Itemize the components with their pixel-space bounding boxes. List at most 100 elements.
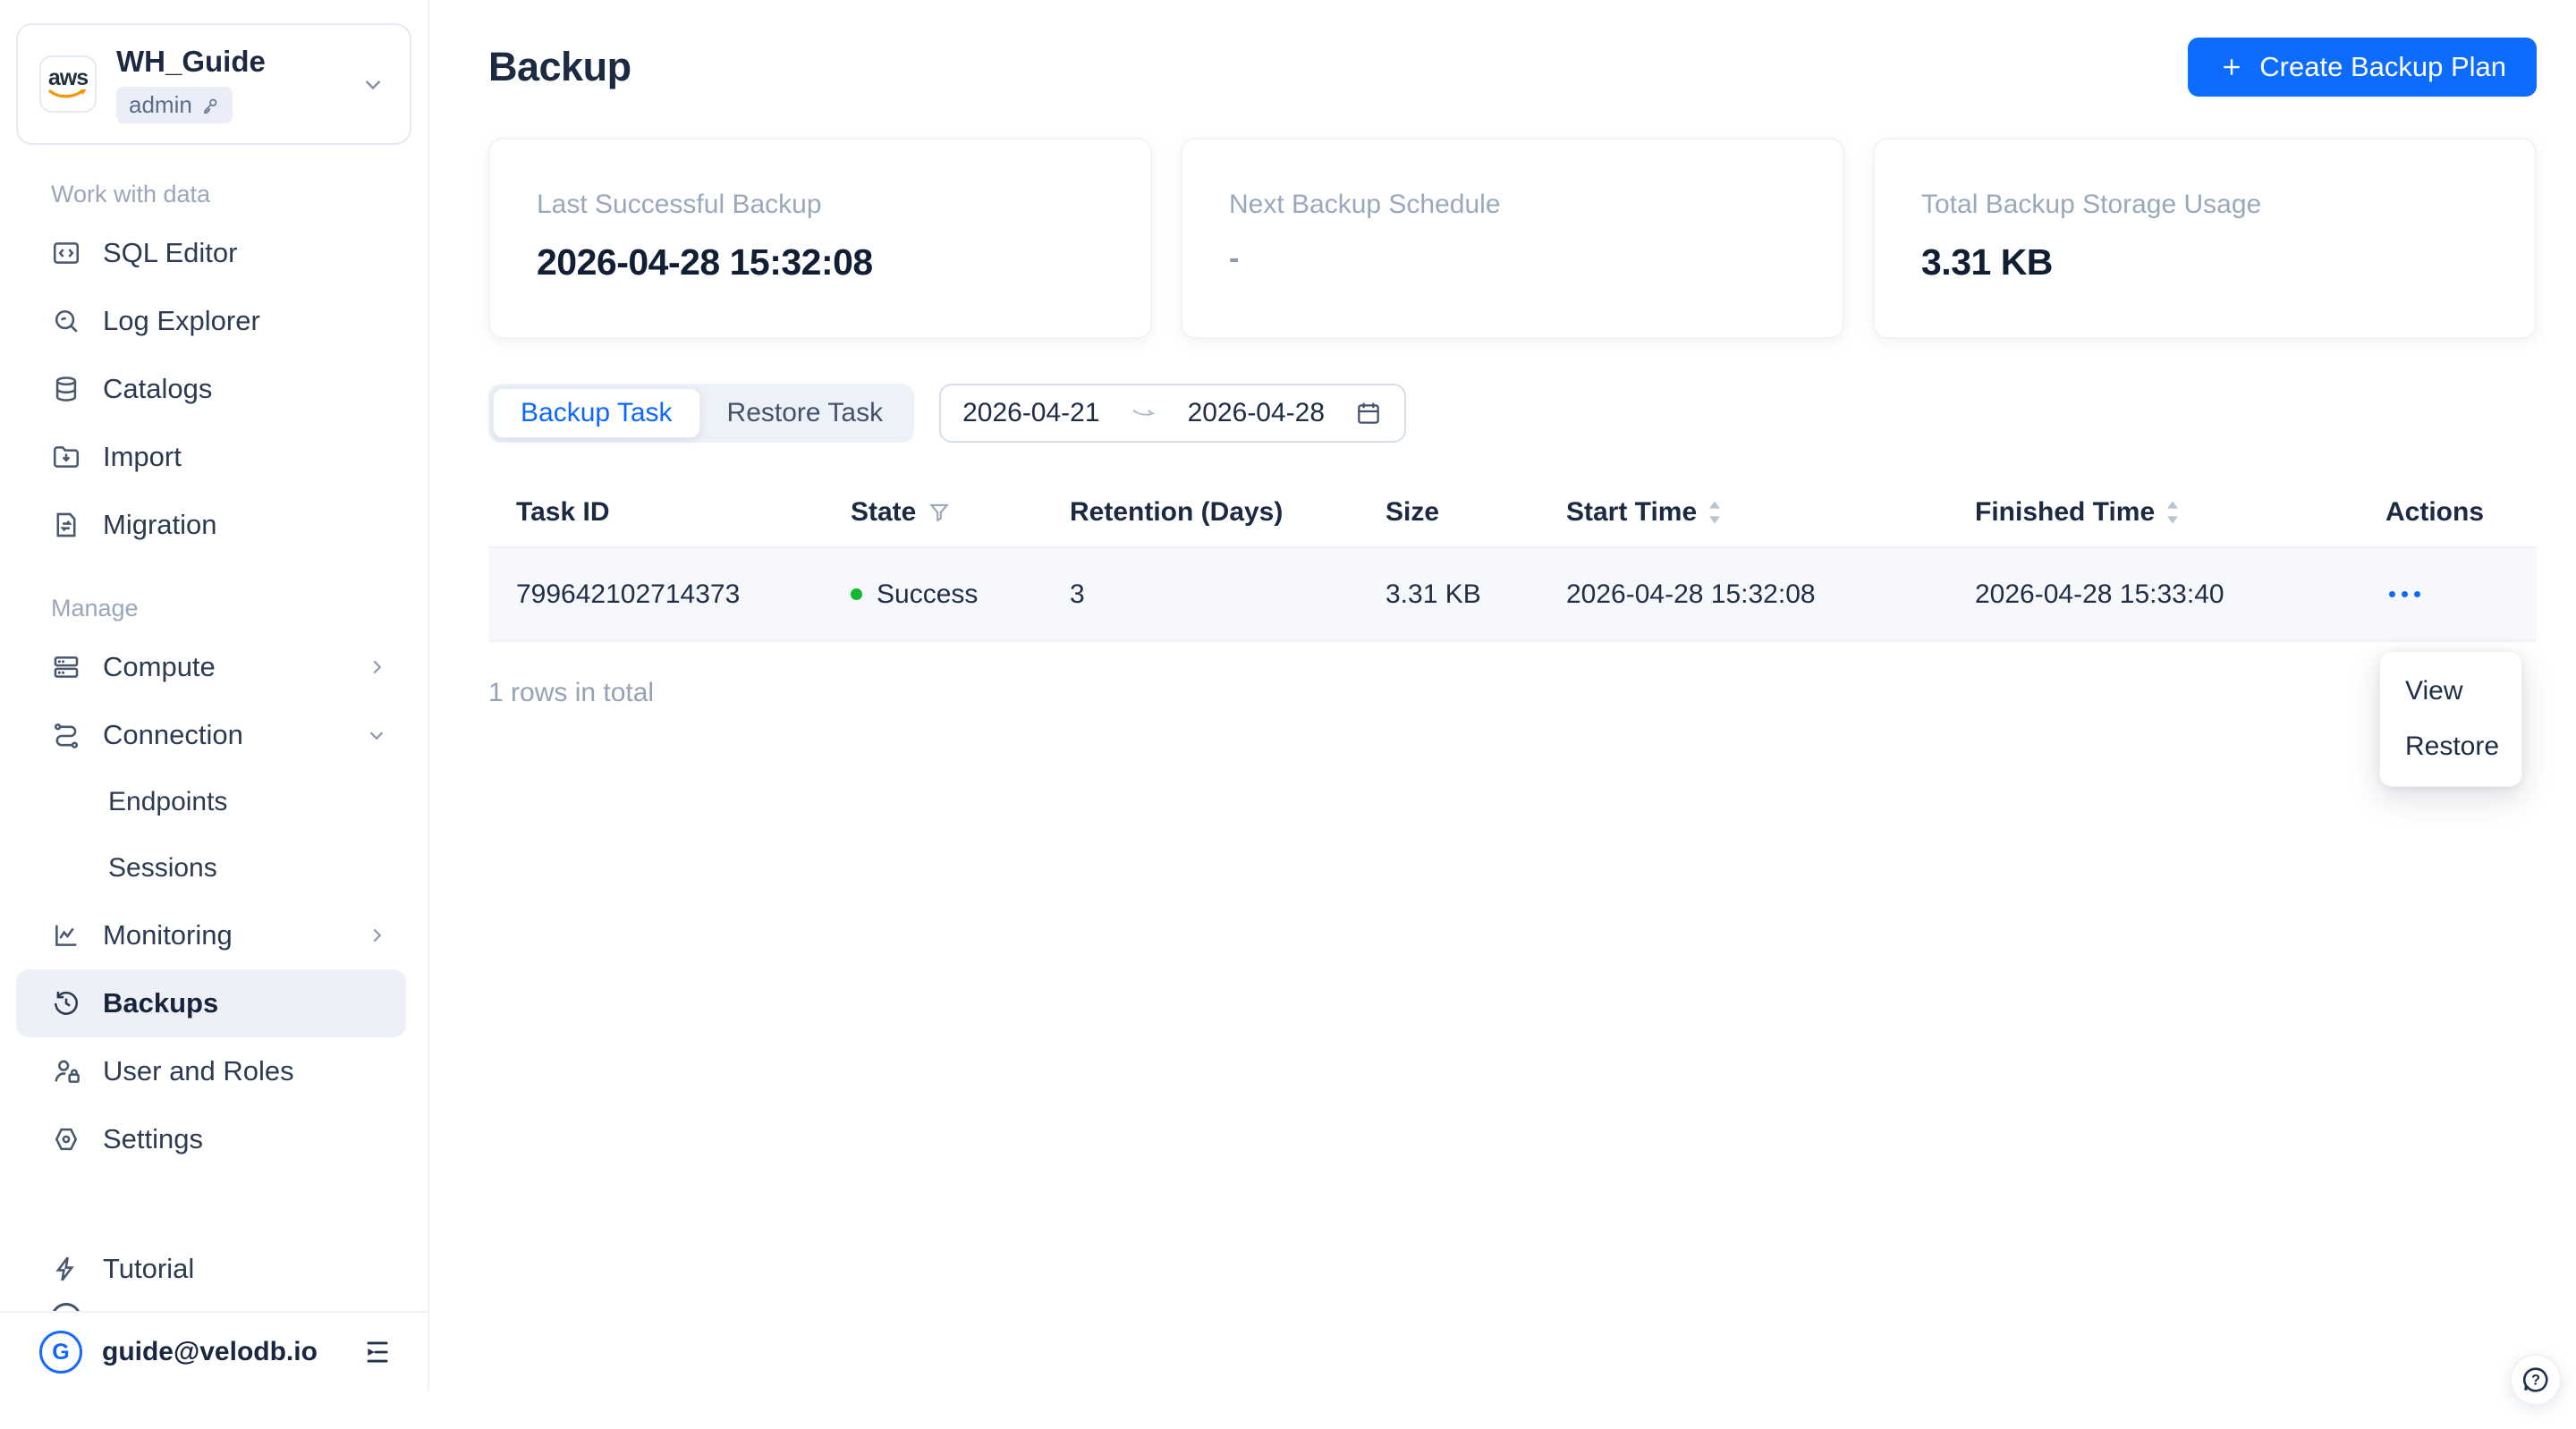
monitoring-icon: [51, 920, 81, 951]
chevron-right-icon: [365, 924, 388, 947]
sidebar-bottom-nav: Tutorial: [0, 1235, 428, 1303]
aws-smile-icon: [48, 89, 88, 101]
user-email: guide@velodb.io: [102, 1337, 318, 1367]
stat-card-next-backup-schedule: Next Backup Schedule -: [1181, 138, 1844, 339]
sidebar-item-label: SQL Editor: [103, 237, 237, 269]
cell-finished-time: 2026-04-28 15:33:40: [1975, 579, 2385, 610]
avatar: G: [39, 1331, 82, 1374]
menu-item-restore[interactable]: Restore: [2380, 719, 2521, 774]
stat-value: 2026-04-28 15:32:08: [537, 241, 1114, 283]
stat-card-total-backup-storage: Total Backup Storage Usage 3.31 KB: [1873, 138, 2537, 339]
menu-item-view[interactable]: View: [2380, 664, 2521, 719]
sidebar-item-monitoring[interactable]: Monitoring: [16, 901, 406, 969]
cell-actions: [2385, 582, 2537, 606]
sidebar-item-migration[interactable]: Migration: [16, 491, 406, 559]
catalogs-icon: [51, 374, 81, 404]
collapse-sidebar-icon: [361, 1336, 394, 1368]
date-range-picker[interactable]: 2026-04-21 2026-04-28: [939, 384, 1406, 443]
workspace-role-badge: admin: [116, 87, 233, 123]
filter-icon[interactable]: [927, 500, 952, 525]
sort-icon[interactable]: [1706, 500, 1724, 525]
collapse-sidebar-button[interactable]: [361, 1336, 394, 1368]
sidebar-item-label: Settings: [103, 1123, 203, 1155]
cell-retention: 3: [1070, 579, 1385, 610]
cell-task-id: 799642102714373: [488, 579, 851, 610]
chevron-right-icon: [365, 655, 388, 679]
sidebar-item-user-and-roles[interactable]: User and Roles: [16, 1037, 406, 1105]
sidebar-item-import[interactable]: Import: [16, 423, 406, 491]
sidebar-item-label: Migration: [103, 509, 217, 541]
column-header-actions: Actions: [2385, 497, 2537, 528]
connection-icon: [51, 720, 81, 750]
chevron-down-icon: [360, 71, 386, 97]
sort-icon[interactable]: [2164, 500, 2182, 525]
column-header-finished-time: Finished Time: [1975, 497, 2385, 528]
workspace-name: WH_Guide: [116, 45, 266, 79]
compute-icon: [51, 652, 81, 682]
aws-logo-text: aws: [48, 67, 88, 89]
aws-logo: aws: [39, 55, 97, 113]
plus-icon: [2218, 54, 2245, 80]
sidebar-spacer: [0, 1173, 428, 1235]
sidebar-item-tutorial[interactable]: Tutorial: [16, 1235, 406, 1303]
sidebar-item-label: User and Roles: [103, 1055, 294, 1087]
stat-label: Total Backup Storage Usage: [1921, 190, 2499, 220]
sidebar-item-connection[interactable]: Connection: [16, 701, 406, 769]
stat-value: 3.31 KB: [1921, 241, 2499, 283]
column-header-task-id: Task ID: [488, 497, 851, 528]
stat-card-last-successful-backup: Last Successful Backup 2026-04-28 15:32:…: [488, 138, 1152, 339]
tutorial-icon: [51, 1254, 81, 1284]
sidebar-item-label: Backups: [103, 987, 218, 1019]
sidebar-item-catalogs[interactable]: Catalogs: [16, 355, 406, 423]
filter-controls: Backup Task Restore Task 2026-04-21 2026…: [488, 384, 2537, 443]
log-explorer-icon: [51, 306, 81, 336]
date-range-start: 2026-04-21: [962, 398, 1099, 428]
ellipsis-icon[interactable]: [2385, 582, 2424, 606]
help-button[interactable]: ?: [2510, 1354, 2562, 1406]
sidebar-item-label: Catalogs: [103, 373, 212, 405]
sidebar-item-sessions[interactable]: Sessions: [16, 835, 406, 901]
import-icon: [51, 442, 81, 472]
date-range-end: 2026-04-28: [1188, 398, 1325, 428]
state-label: Success: [877, 579, 978, 610]
column-header-label: Finished Time: [1975, 497, 2155, 528]
sidebar-item-log-explorer[interactable]: Log Explorer: [16, 287, 406, 355]
column-header-retention: Retention (Days): [1070, 497, 1385, 528]
tab-backup-task[interactable]: Backup Task: [493, 388, 700, 438]
workspace-switcher[interactable]: aws WH_Guide admin: [16, 23, 411, 145]
section-label-work-with-data: Work with data: [51, 181, 406, 208]
sidebar-nav: Work with data SQL Editor Log Explorer C…: [0, 145, 428, 1173]
sidebar-item-compute[interactable]: Compute: [16, 633, 406, 701]
sidebar-item-label: Connection: [103, 719, 243, 751]
chevron-down-icon: [365, 723, 388, 747]
page-title: Backup: [488, 44, 631, 90]
sidebar-item-sql-editor[interactable]: SQL Editor: [16, 219, 406, 287]
stat-label: Next Backup Schedule: [1229, 190, 1807, 220]
sidebar-item-settings[interactable]: Settings: [16, 1105, 406, 1173]
table-summary: 1 rows in total: [488, 678, 2537, 708]
sql-editor-icon: [51, 238, 81, 268]
task-type-tabs: Backup Task Restore Task: [488, 384, 914, 443]
column-header-label: State: [851, 497, 916, 528]
success-dot: [851, 588, 862, 600]
sidebar-footer: G guide@velodb.io: [0, 1311, 428, 1391]
create-backup-plan-button[interactable]: Create Backup Plan: [2188, 38, 2537, 97]
backup-task-table: Task ID State Retention (Days) Size Star…: [488, 478, 2537, 642]
sidebar-item-label: Monitoring: [103, 919, 233, 951]
sidebar: aws WH_Guide admin Work with data: [0, 0, 429, 1391]
sidebar-subitem-label: Sessions: [108, 853, 217, 884]
stats-row: Last Successful Backup 2026-04-28 15:32:…: [488, 138, 2537, 339]
main-content: Backup Create Backup Plan Last Successfu…: [429, 38, 2576, 708]
tab-restore-task[interactable]: Restore Task: [700, 388, 911, 438]
column-header-state: State: [851, 497, 1070, 528]
section-label-manage: Manage: [51, 595, 406, 622]
actions-dropdown-menu: View Restore: [2379, 651, 2522, 787]
cell-start-time: 2026-04-28 15:32:08: [1566, 579, 1975, 610]
calendar-icon: [1354, 399, 1383, 427]
table-header-row: Task ID State Retention (Days) Size Star…: [488, 478, 2537, 548]
sidebar-item-label: Tutorial: [103, 1253, 194, 1285]
sidebar-item-endpoints[interactable]: Endpoints: [16, 769, 406, 835]
settings-icon: [51, 1124, 81, 1154]
migration-icon: [51, 510, 81, 540]
sidebar-item-backups[interactable]: Backups: [16, 969, 406, 1037]
